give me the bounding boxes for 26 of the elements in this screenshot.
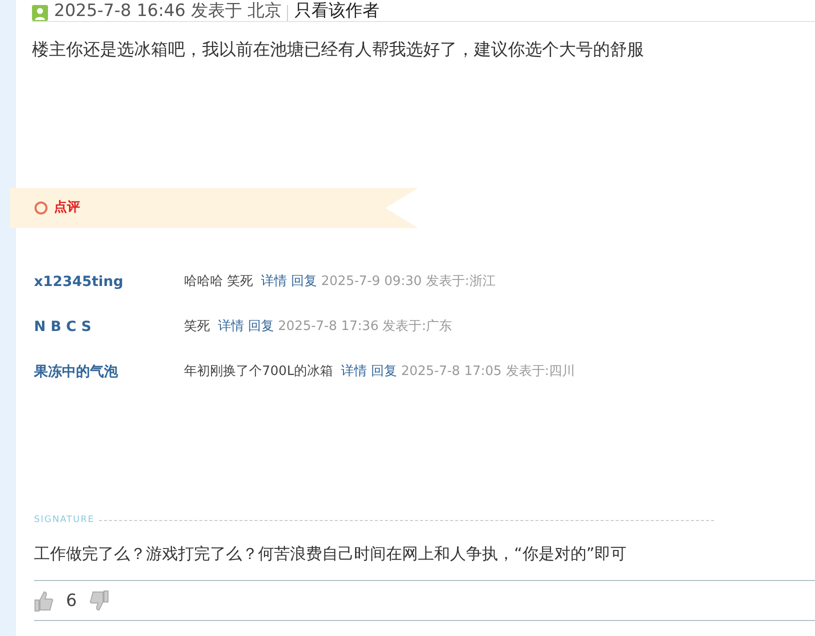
comment-text: 笑死 — [184, 318, 210, 336]
thumbs-down-icon[interactable] — [88, 590, 109, 612]
post-time: 2025-7-8 16:46 发表于 北京 — [54, 1, 282, 21]
detail-link[interactable]: 详情 — [341, 362, 368, 382]
comment-time: 2025-7-8 17:36 发表于:广东 — [278, 318, 452, 336]
post-text: 楼主你还是选冰箱吧，我以前在池塘已经有人帮我选好了，建议你选个大号的舒服 — [32, 39, 645, 62]
detail-link[interactable]: 详情 — [261, 272, 288, 292]
circle-icon — [34, 201, 48, 215]
reply-link[interactable]: 回复 — [291, 272, 318, 292]
comment-time: 2025-7-9 09:30 发表于:浙江 — [321, 273, 496, 292]
like-count: 6 — [66, 590, 77, 612]
user-icon — [32, 5, 48, 21]
comment-username[interactable]: x12345ting — [16, 272, 184, 292]
reply-link[interactable]: 回复 — [371, 362, 398, 382]
review-title: 点评 — [54, 199, 80, 218]
signature-text: 工作做完了么？游戏打完了么？何苦浪费自己时间在网上和人争执，“你是对的”即可 — [34, 542, 815, 580]
reply-link[interactable]: 回复 — [248, 317, 274, 337]
comment-text: 哈哈哈 笑死 — [184, 273, 254, 292]
comment-time: 2025-7-8 17:05 发表于:四川 — [401, 363, 576, 382]
thumbs-up-icon[interactable] — [34, 590, 54, 612]
author-only-link[interactable]: 只看该作者 — [294, 1, 380, 21]
detail-link[interactable]: 详情 — [218, 317, 244, 337]
signature-label: SIGNATURE — [34, 514, 95, 527]
comment-text: 年初刚换了个700L的冰箱 — [184, 363, 334, 382]
comment-username[interactable]: 果冻中的气泡 — [16, 362, 184, 382]
comment-username[interactable]: N B C S — [16, 316, 184, 338]
